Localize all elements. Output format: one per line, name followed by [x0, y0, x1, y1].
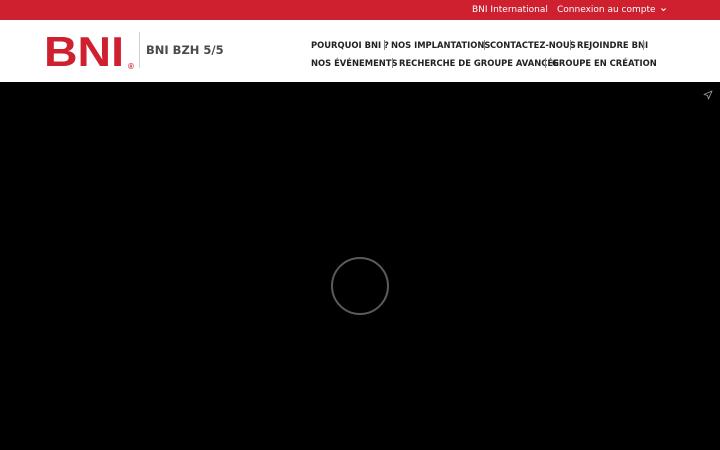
chevron-down-icon[interactable] — [660, 6, 667, 13]
video-player[interactable] — [0, 83, 720, 450]
nav-separator — [392, 58, 393, 68]
nav-separator — [545, 58, 546, 68]
nav-nos-evenements[interactable]: NOS ÉVÉNEMENTS — [311, 57, 398, 69]
nav-rejoindre-bni[interactable]: REJOINDRE BNI — [577, 39, 648, 51]
paper-plane-icon[interactable] — [703, 90, 713, 100]
nav-recherche-groupe-avancee[interactable]: RECHERCHE DE GROUPE AVANCÉE — [399, 57, 559, 69]
nav-separator — [484, 40, 485, 50]
nav-contactez-nous[interactable]: CONTACTEZ-NOUS — [490, 39, 576, 51]
nav-separator — [384, 40, 385, 50]
nav-separator — [643, 40, 644, 50]
logo-text: BNI — [44, 34, 124, 70]
bni-international-link[interactable]: BNI International — [472, 0, 548, 20]
chapter-name: BNI BZH 5/5 — [146, 43, 224, 57]
top-utility-bar: BNI International Connexion au compte — [0, 0, 720, 20]
loading-spinner-icon — [331, 257, 389, 315]
nav-separator — [570, 40, 571, 50]
nav-pourquoi-bni[interactable]: POURQUOI BNI ? — [311, 39, 389, 51]
registered-mark: ® — [128, 62, 134, 70]
bni-logo[interactable]: BNI ® — [44, 34, 136, 70]
account-login-link[interactable]: Connexion au compte — [557, 0, 656, 20]
nav-groupe-en-creation[interactable]: GROUPE EN CRÉATION — [552, 57, 657, 69]
header-divider — [139, 32, 140, 68]
nav-nos-implantations[interactable]: NOS IMPLANTATIONS — [391, 39, 490, 51]
site-header: BNI ® BNI BZH 5/5 POURQUOI BNI ? NOS IMP… — [0, 20, 720, 82]
